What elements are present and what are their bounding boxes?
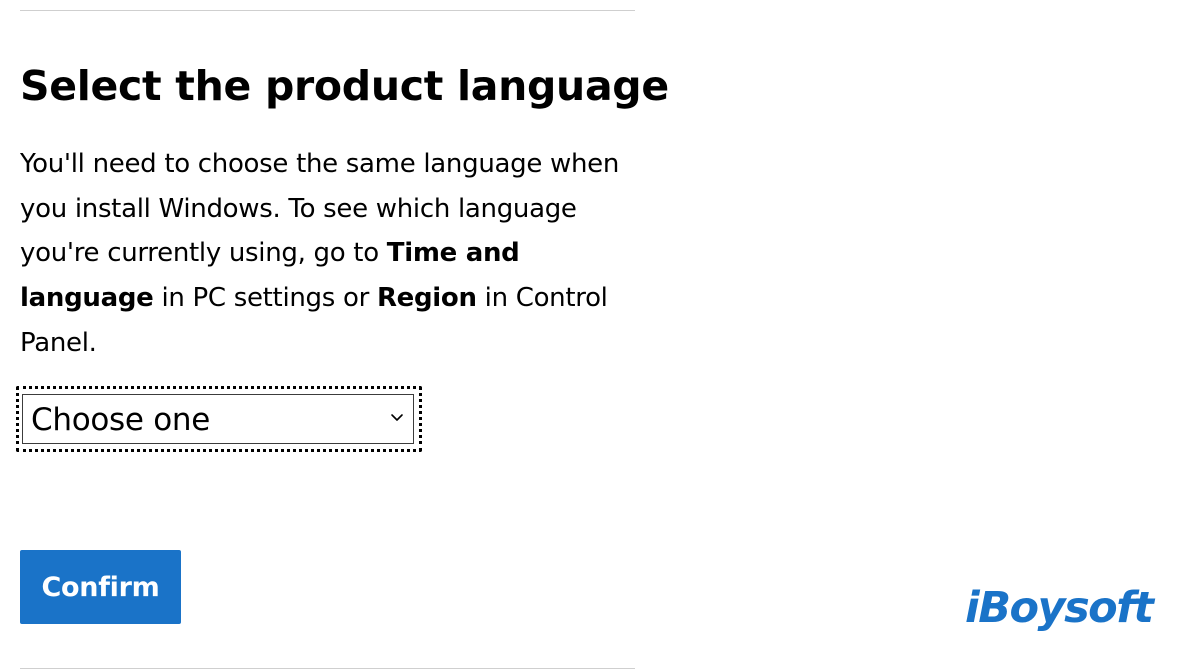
instructions-bold-region: Region: [376, 283, 477, 314]
confirm-button[interactable]: Confirm: [20, 550, 181, 624]
language-select-value: Choose one: [31, 402, 210, 438]
language-instructions: You'll need to choose the same language …: [20, 142, 620, 366]
language-select-focus-ring: Choose one: [16, 386, 422, 452]
chevron-down-icon: [389, 409, 405, 425]
instructions-text-1: You'll need to choose the same language …: [20, 149, 620, 269]
instructions-text-2: in PC settings or: [153, 283, 377, 314]
language-select[interactable]: Choose one: [22, 394, 414, 444]
page-title: Select the product language: [20, 62, 669, 110]
iboysoft-watermark-logo: iBoysoft: [965, 583, 1154, 633]
top-divider: [20, 10, 635, 11]
bottom-divider: [20, 668, 635, 669]
